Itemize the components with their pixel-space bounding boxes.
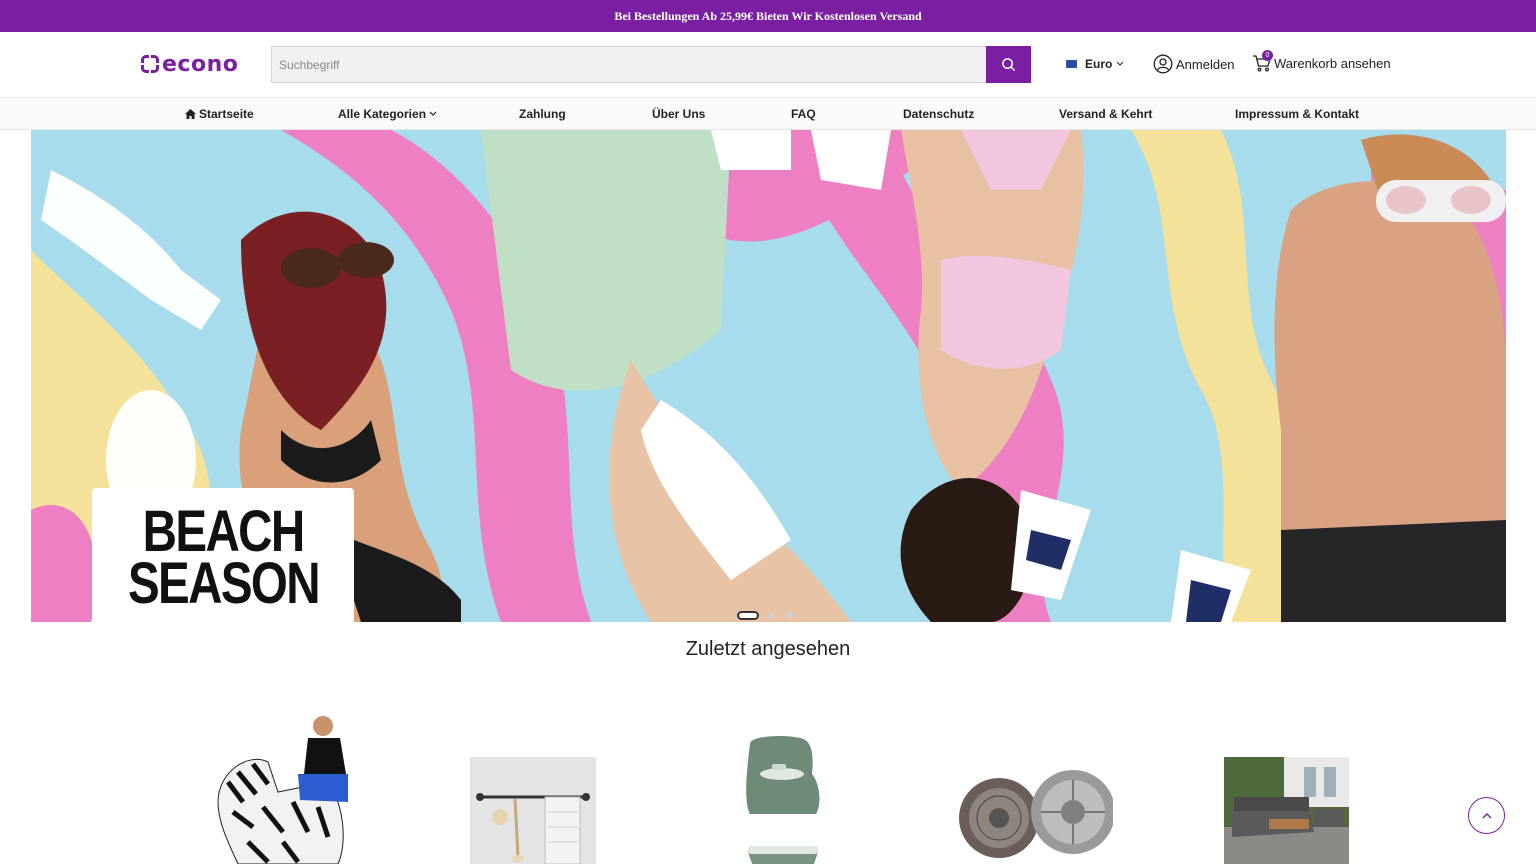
logo-text: econo: [162, 51, 239, 77]
product-baby-potty[interactable]: [742, 734, 824, 864]
search-bar: [271, 46, 1031, 83]
product-image: [470, 757, 596, 864]
nav-item-label: FAQ: [791, 106, 816, 121]
hero-slider[interactable]: BEACH SEASON: [31, 130, 1506, 622]
search-input[interactable]: [271, 46, 986, 83]
recent-title: Zuletzt angesehen: [685, 638, 851, 660]
nav-item-label: Versand & Kehrt: [1059, 106, 1153, 121]
nav-item-alle-kategorien[interactable]: Alle Kategorien: [338, 98, 440, 129]
nav-item-label: Datenschutz: [903, 106, 975, 121]
login-label: Anmelden: [1176, 56, 1235, 72]
currency-label: Euro: [1085, 57, 1113, 71]
cart-link[interactable]: 0 Warenkorb ansehen: [1252, 50, 1391, 73]
product-image: [959, 770, 1115, 858]
slider-dots: [737, 611, 793, 620]
user-icon: [1153, 54, 1173, 74]
promo-text: Bei Bestellungen Ab 25,99€ Bieten Wir Ko…: [614, 8, 922, 23]
beach-season-label: BEACH SEASON: [92, 488, 354, 622]
nav-item-versand-kehrt[interactable]: Versand & Kehrt: [1059, 98, 1152, 129]
nav-item-startseite[interactable]: Startseite: [185, 98, 254, 129]
product-image: [217, 716, 348, 864]
header: econo Euro Anmelden 0 Warenkorb ansehen: [0, 32, 1536, 97]
nav-item-label: Über Uns: [652, 106, 706, 121]
nav-item-label: Impressum & Kontakt: [1235, 106, 1360, 121]
slider-dot-3[interactable]: [786, 612, 793, 619]
main-nav: Startseite Alle Kategorien Zahlung Über …: [0, 97, 1536, 130]
currency-selector[interactable]: Euro: [1066, 57, 1124, 71]
login-link[interactable]: Anmelden: [1153, 54, 1235, 74]
nav-item-datenschutz[interactable]: Datenschutz: [903, 98, 974, 129]
nav-item-faq[interactable]: FAQ: [791, 98, 816, 129]
product-zebra-costume[interactable]: [208, 712, 358, 864]
beach-text-line2: SEASON: [127, 551, 320, 616]
cart-count-badge: 0: [1262, 50, 1273, 61]
chevron-up-icon: [1482, 813, 1491, 819]
eu-flag-icon: [1066, 60, 1077, 68]
chevron-down-icon: [429, 111, 437, 116]
search-icon: [1002, 58, 1015, 71]
slider-dot-2[interactable]: [769, 612, 776, 619]
cart-label: Warenkorb ansehen: [1274, 55, 1391, 71]
nav-item-label: Zahlung: [519, 106, 566, 121]
nav-item-label: Startseite: [199, 106, 254, 121]
product-image: [1224, 757, 1349, 864]
product-clutch-kit[interactable]: [957, 756, 1115, 864]
scroll-to-top-button[interactable]: [1468, 797, 1505, 834]
search-button[interactable]: [986, 46, 1031, 83]
product-garden-lounge[interactable]: [1224, 757, 1349, 864]
nav-item-zahlung[interactable]: Zahlung: [519, 98, 566, 129]
nav-item-label: Alle Kategorien: [338, 106, 427, 121]
promo-bar: Bei Bestellungen Ab 25,99€ Bieten Wir Ko…: [0, 0, 1536, 32]
product-image: [746, 736, 820, 864]
nav-item-ueber-uns[interactable]: Über Uns: [652, 98, 705, 129]
home-icon: [185, 108, 196, 119]
nav-item-impressum-kontakt[interactable]: Impressum & Kontakt: [1235, 98, 1359, 129]
logo-mark-icon: [141, 55, 159, 73]
product-towel-rack[interactable]: [470, 757, 596, 864]
slider-dot-1[interactable]: [737, 611, 759, 620]
logo[interactable]: econo: [141, 50, 238, 78]
chevron-down-icon: [1116, 61, 1124, 66]
